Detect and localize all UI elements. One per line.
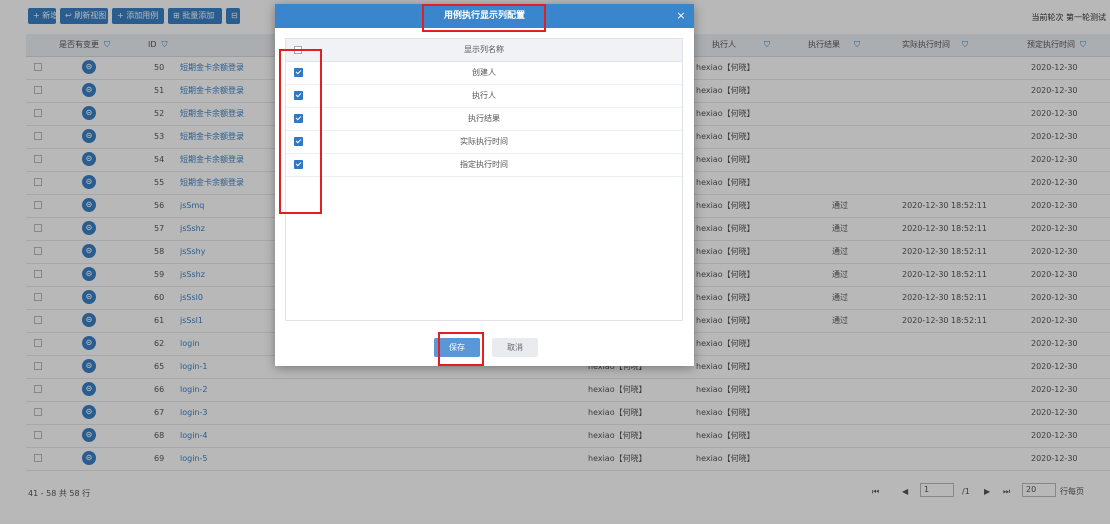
column-option-header: 显示列名称 — [286, 39, 682, 62]
column-config-dialog: 用例执行显示列配置 × 显示列名称 创建人执行人执行结果实际执行时间 指定执行时间… — [275, 4, 694, 366]
save-button[interactable]: 保存 — [434, 338, 480, 357]
dialog-title: 用例执行显示列配置 — [443, 11, 525, 21]
column-option-row[interactable]: 执行结果 — [286, 107, 682, 131]
dialog-header: 用例执行显示列配置 × — [275, 4, 694, 28]
column-name-header: 显示列名称 — [464, 45, 504, 54]
column-option-row[interactable]: 实际执行时间 — [286, 130, 682, 154]
cancel-button[interactable]: 取消 — [492, 338, 538, 357]
column-option-label: 指定执行时间 — [460, 160, 508, 169]
close-icon[interactable]: × — [674, 9, 688, 23]
column-option-row[interactable]: 指定执行时间 — [286, 153, 682, 177]
column-option-label: 执行结果 — [468, 114, 500, 123]
column-option-label: 创建人 — [472, 68, 496, 77]
column-option-label: 执行人 — [472, 91, 496, 100]
column-option-label: 实际执行时间 — [460, 137, 508, 146]
column-option-list: 显示列名称 创建人执行人执行结果实际执行时间 指定执行时间 — [285, 38, 683, 321]
column-option-row[interactable]: 创建人 — [286, 61, 682, 85]
column-option-row[interactable]: 执行人 — [286, 84, 682, 108]
